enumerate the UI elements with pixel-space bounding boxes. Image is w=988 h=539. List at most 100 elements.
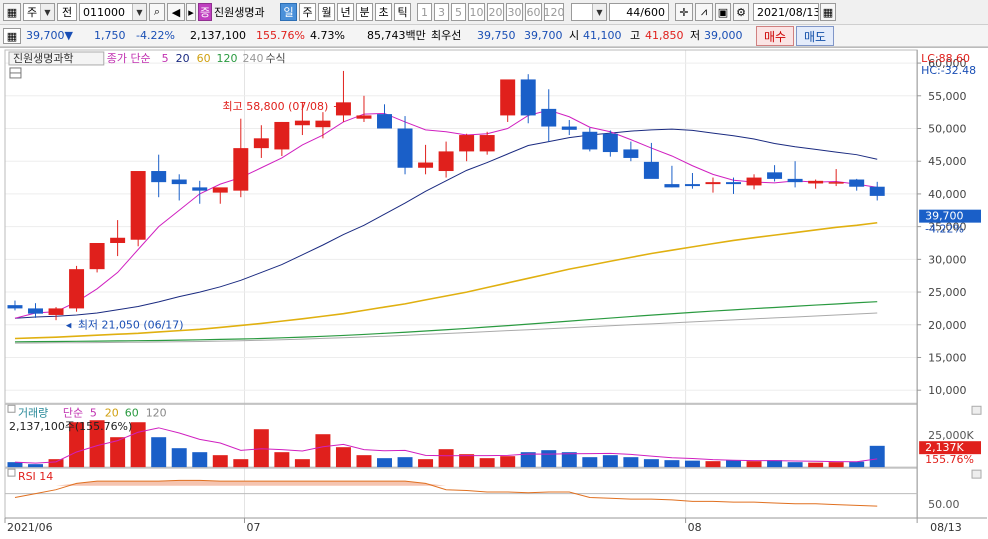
chart-icon[interactable]: ▦ — [3, 3, 21, 21]
ma-label: 종가 단순 — [107, 52, 151, 65]
interval-tab-5[interactable]: 5 — [451, 3, 466, 21]
speaker-icon[interactable]: ◀ — [167, 3, 185, 21]
volume-bar — [602, 455, 618, 468]
gear-icon[interactable]: ⚙ — [733, 3, 749, 21]
price-tick-label: 10,000 — [928, 384, 966, 397]
high-label: 고 — [630, 29, 641, 42]
buy-button[interactable]: 매수 — [756, 26, 794, 46]
volume-bar — [684, 460, 700, 468]
current-price-tag-value: 39,700 — [925, 210, 963, 223]
volume-bar — [294, 459, 310, 468]
period-tab-4[interactable]: 분 — [356, 3, 373, 21]
grid-icon[interactable]: ▦ — [3, 28, 21, 44]
volume-toggle-icon[interactable] — [7, 404, 16, 413]
search-icon[interactable]: ⌕ — [149, 3, 165, 21]
volume-bar — [787, 462, 803, 468]
volume-bar — [869, 445, 885, 468]
hc-label: HC:-32.48 — [921, 64, 976, 77]
candle-body — [767, 172, 783, 179]
arrow-icon[interactable]: ▸ — [186, 3, 196, 21]
volume-bar — [274, 452, 290, 468]
interval-tab-120[interactable]: 120 — [544, 3, 564, 21]
candle-body — [294, 120, 310, 126]
open-label: 시 — [569, 29, 580, 42]
candle-body — [212, 187, 228, 193]
candle-body — [643, 161, 659, 179]
volume-bar — [48, 459, 64, 468]
main-toolbar: ▦ 주 ▼ 전 011000 ▼ ⌕ ◀ ▸ 증 진원생명과 일주월년분초틱 135… — [0, 0, 988, 25]
interval-tab-10[interactable]: 10 — [468, 3, 485, 21]
volume-bar — [808, 462, 824, 468]
candle-body — [787, 178, 803, 183]
interval-tab-30[interactable]: 30 — [506, 3, 523, 21]
candle-body — [520, 79, 536, 116]
volume-value: 2,137,100 — [190, 29, 246, 42]
volume-bar — [541, 450, 557, 468]
stock-chart[interactable]: 10,00015,00020,00025,00030,00035,00040,0… — [0, 47, 988, 539]
low-value: 39,000 — [704, 29, 743, 42]
candle-body — [110, 237, 126, 243]
calendar-icon[interactable]: ▦ — [820, 3, 836, 21]
type-select[interactable]: 주 ▼ — [23, 3, 55, 21]
candle-body — [151, 171, 167, 183]
candle-body — [171, 179, 187, 185]
candle-body — [561, 126, 577, 130]
volume-bar — [356, 455, 372, 468]
count-input[interactable]: 44/600 — [609, 3, 669, 21]
candle-body — [705, 182, 721, 185]
period-tab-2[interactable]: 월 — [318, 3, 335, 21]
x-label-august: 08 — [688, 521, 702, 534]
high-marker-arrow: → — [333, 100, 342, 113]
interval-tab-60[interactable]: 60 — [525, 3, 542, 21]
interval-tab-1[interactable]: 1 — [417, 3, 432, 21]
volume-bar — [151, 437, 167, 468]
vol-ma5-label: 5 — [90, 406, 97, 419]
price-tick-label: 20,000 — [928, 319, 966, 332]
volume-ma-label: 단순 — [63, 406, 83, 419]
interval-tab-20[interactable]: 20 — [487, 3, 504, 21]
best-ask: 39,750 — [477, 29, 516, 42]
down-arrow-icon: ▼ — [64, 29, 73, 42]
rsi-toggle-icon[interactable] — [7, 468, 16, 477]
candle-body — [500, 79, 516, 116]
draw-icon[interactable]: ⩘ — [695, 3, 713, 21]
low-marker-arrow: ◂ — [66, 318, 72, 331]
sell-button[interactable]: 매도 — [796, 26, 834, 46]
type-select-value: 주 — [27, 6, 38, 19]
rsi-label: RSI 14 — [18, 470, 53, 483]
volume-label: 거래량 — [18, 406, 48, 419]
current-price-tag-pct: -4.22% — [925, 223, 964, 236]
period-tab-3[interactable]: 년 — [337, 3, 354, 21]
period-tab-1[interactable]: 주 — [299, 3, 316, 21]
save-icon[interactable]: ▣ — [715, 3, 731, 21]
volume-bar — [335, 447, 351, 468]
candle-body — [726, 182, 741, 185]
volume-info: 2,137,100주(155.76%) — [9, 420, 132, 433]
volume-bar — [643, 459, 659, 468]
panel-stock-name: 진원생명과학 — [13, 52, 74, 65]
volume-bar — [397, 457, 413, 468]
ma60-label: 60 — [197, 52, 211, 65]
candle-body — [869, 186, 885, 196]
interval-custom-select[interactable]: ▼ — [571, 3, 607, 21]
price-tick-label: 45,000 — [928, 155, 966, 168]
price-value: 39,700 — [26, 29, 65, 42]
low-label: 저 — [690, 29, 701, 42]
interval-tab-3[interactable]: 3 — [434, 3, 449, 21]
chart-mode-select[interactable]: 전 — [57, 3, 77, 21]
collapse-rsi-icon[interactable] — [971, 469, 982, 479]
collapse-volume-icon[interactable] — [971, 405, 982, 415]
crosshair-icon[interactable]: ✛ — [675, 3, 693, 21]
formula-label: 수식 — [265, 52, 285, 65]
volume-bar — [377, 458, 392, 468]
candle-body — [808, 180, 824, 184]
code-input[interactable]: 011000 ▼ — [79, 3, 147, 21]
volume-bar — [233, 459, 249, 468]
candle-body — [849, 179, 865, 187]
period-tab-6[interactable]: 틱 — [394, 3, 411, 21]
period-tab-0[interactable]: 일 — [280, 3, 297, 21]
period-tab-5[interactable]: 초 — [375, 3, 392, 21]
date-input[interactable]: 2021/08/13 — [753, 3, 819, 21]
quote-bar: ▦ 39,700▼ 1,750 -4.22% 2,137,100 155.76%… — [0, 25, 988, 47]
vol-ma60-label: 60 — [125, 406, 139, 419]
